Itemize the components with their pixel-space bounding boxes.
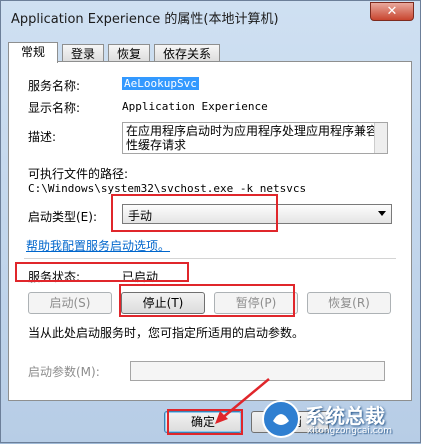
tab-general[interactable]: 常规 — [8, 42, 58, 63]
watermark-logo: 系统总裁 xitongzongcai.com — [261, 398, 416, 440]
properties-window: Application Experience 的属性(本地计算机) ✕ 常规 登… — [0, 0, 421, 443]
brand-name: 系统总裁 — [305, 404, 385, 428]
brand-icon — [262, 400, 300, 438]
annotation-arrow — [215, 378, 270, 424]
brand-url: xitongzongcai.com — [307, 426, 392, 436]
